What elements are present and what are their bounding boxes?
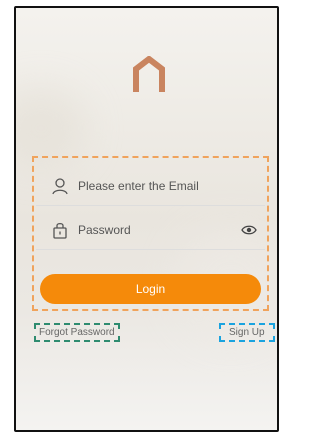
user-icon [50, 176, 70, 196]
sign-up-link[interactable]: Sign Up [219, 323, 275, 342]
app-logo-icon [132, 55, 166, 99]
field-divider [36, 205, 265, 206]
show-password-eye-icon[interactable] [241, 222, 257, 238]
login-form: Please enter the Email Password Login [32, 156, 269, 311]
login-screen: Please enter the Email Password Login Fo… [14, 6, 279, 432]
lock-icon [50, 220, 70, 240]
email-field[interactable]: Please enter the Email [36, 166, 265, 206]
password-field[interactable]: Password [36, 210, 265, 250]
forgot-password-link[interactable]: Forgot Password [34, 323, 120, 342]
password-placeholder: Password [78, 223, 131, 237]
login-button[interactable]: Login [40, 274, 261, 304]
field-divider [36, 249, 265, 250]
email-placeholder: Please enter the Email [78, 179, 199, 193]
